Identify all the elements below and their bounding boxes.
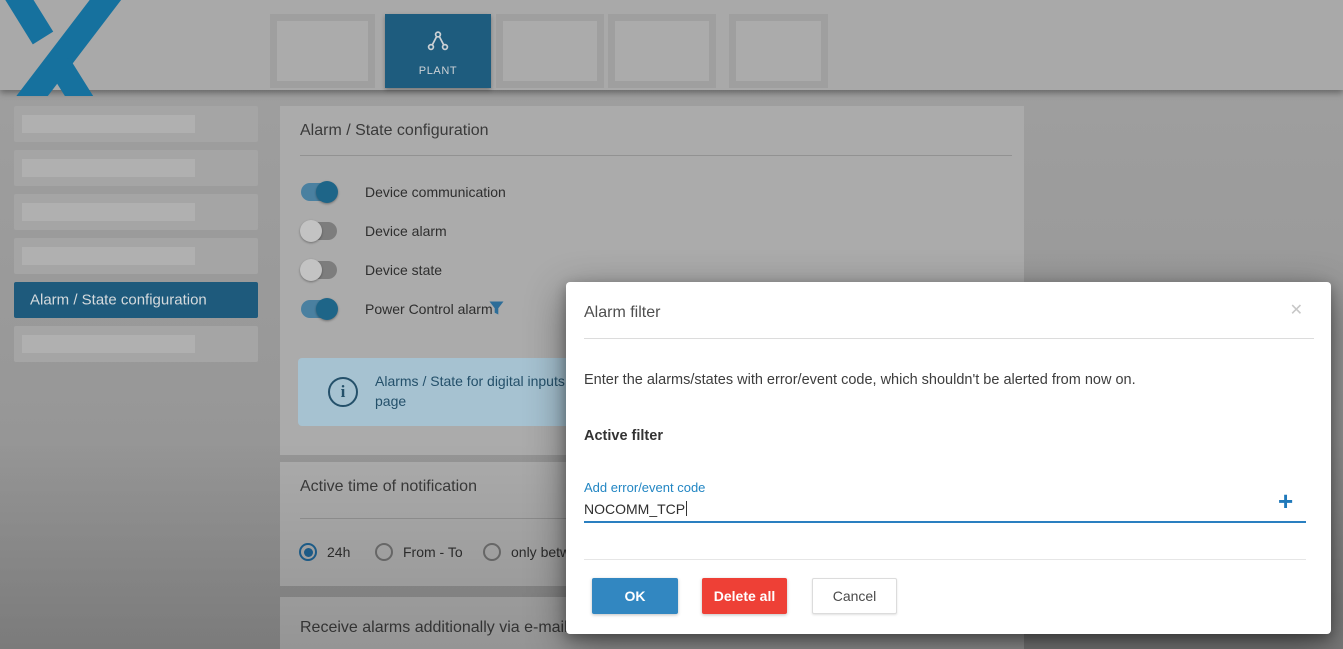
power-control-alarm-toggle[interactable]	[300, 298, 338, 320]
divider	[584, 559, 1306, 560]
app-root: PLANT Alarm / State configuration Alarm …	[0, 0, 1343, 649]
info-text: Alarms / State for digital inputs c page	[375, 371, 576, 411]
filter-funnel-icon[interactable]	[488, 300, 505, 322]
tab-plant-label: PLANT	[385, 65, 491, 77]
sidebar-placeholder-block	[22, 335, 195, 353]
text-cursor	[686, 501, 687, 516]
dialog-title: Alarm filter	[584, 304, 660, 322]
brand-x-logo	[0, 0, 140, 96]
error-code-input-label: Add error/event code	[584, 480, 705, 495]
tab-placeholder-2[interactable]	[496, 14, 604, 88]
sidebar-item-1[interactable]	[14, 106, 258, 142]
toggle-row-device-state: Device state	[300, 259, 442, 281]
sidebar-item-3[interactable]	[14, 194, 258, 230]
tab-placeholder-block	[503, 21, 597, 81]
sidebar-item-4[interactable]	[14, 238, 258, 274]
device-communication-toggle[interactable]	[300, 181, 338, 203]
card-title: Active time of notification	[300, 478, 477, 496]
tab-plant[interactable]: PLANT	[385, 14, 491, 88]
toggle-label: Device alarm	[365, 220, 447, 242]
tab-placeholder-3[interactable]	[608, 14, 716, 88]
info-icon: i	[328, 377, 358, 407]
radio-label-from-to: From - To	[403, 544, 463, 560]
close-icon[interactable]: ✕	[1290, 300, 1303, 320]
tab-placeholder-block	[615, 21, 709, 81]
info-text-line1: Alarms / State for digital inputs c	[375, 373, 576, 389]
error-code-input[interactable]: NOCOMM_TCP	[584, 501, 687, 517]
card-title: Receive alarms additionally via e-mail	[300, 619, 568, 637]
sidebar-placeholder-block	[22, 203, 195, 221]
divider	[300, 155, 1012, 156]
device-state-toggle[interactable]	[300, 259, 338, 281]
sidebar-placeholder-block	[22, 115, 195, 133]
active-filter-heading: Active filter	[584, 428, 663, 444]
delete-all-button[interactable]: Delete all	[702, 578, 787, 614]
radio-24h[interactable]	[299, 543, 317, 561]
cancel-button[interactable]: Cancel	[812, 578, 897, 614]
alarm-filter-dialog: Alarm filter ✕ Enter the alarms/states w…	[566, 282, 1331, 634]
tab-placeholder-block	[277, 21, 368, 81]
device-alarm-toggle[interactable]	[300, 220, 338, 242]
network-nodes-icon	[426, 39, 450, 56]
add-code-button[interactable]: +	[1278, 488, 1293, 514]
card-title: Alarm / State configuration	[300, 122, 489, 140]
toggle-label: Device state	[365, 259, 442, 281]
header: PLANT	[0, 0, 1343, 90]
sidebar-placeholder-block	[22, 159, 195, 177]
radio-from-to[interactable]	[375, 543, 393, 561]
radio-label-only-between: only betw	[511, 544, 570, 560]
divider	[584, 338, 1314, 339]
info-text-line2: page	[375, 393, 406, 409]
sidebar-item-2[interactable]	[14, 150, 258, 186]
sidebar-item-alarm-state-configuration[interactable]: Alarm / State configuration	[14, 282, 258, 318]
sidebar-item-6[interactable]	[14, 326, 258, 362]
toggle-row-power-control-alarm: Power Control alarm	[300, 298, 493, 320]
sidebar-active-label: Alarm / State configuration	[30, 292, 207, 309]
sidebar-placeholder-block	[22, 247, 195, 265]
ok-button[interactable]: OK	[592, 578, 678, 614]
tab-placeholder-1[interactable]	[270, 14, 375, 88]
toggle-label: Device communication	[365, 181, 506, 203]
toggle-row-device-communication: Device communication	[300, 181, 506, 203]
toggle-label: Power Control alarm	[365, 298, 493, 320]
tab-placeholder-4[interactable]	[729, 14, 828, 88]
toggle-row-device-alarm: Device alarm	[300, 220, 447, 242]
dialog-description: Enter the alarms/states with error/event…	[584, 372, 1136, 388]
tab-placeholder-block	[736, 21, 821, 81]
input-underline	[584, 521, 1306, 523]
error-code-value: NOCOMM_TCP	[584, 501, 685, 517]
radio-only-between[interactable]	[483, 543, 501, 561]
radio-label-24h: 24h	[327, 544, 350, 560]
